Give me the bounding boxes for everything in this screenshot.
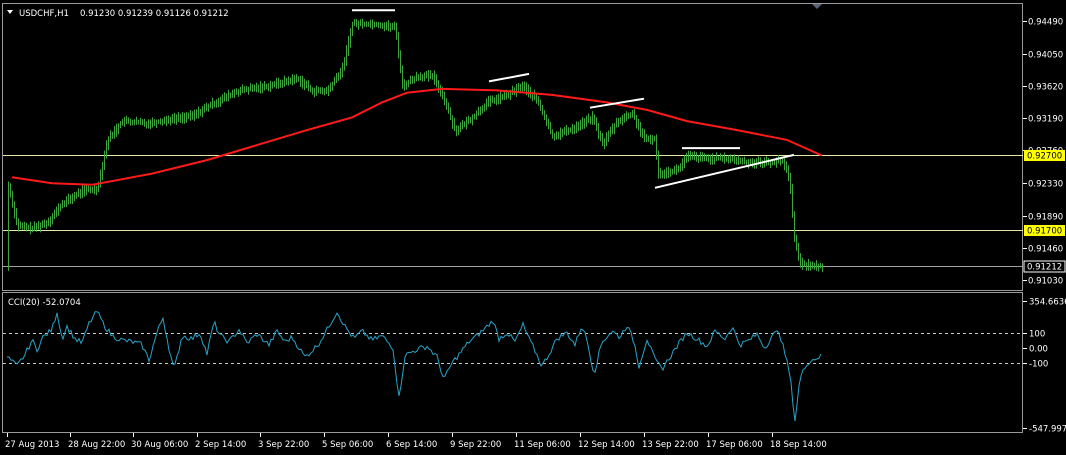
chart-menu-triangle-icon[interactable] — [7, 10, 13, 14]
time-axis-label: 2 Sep 14:00 — [195, 440, 246, 450]
price-axis-label: 0.92330 — [1028, 180, 1063, 190]
time-axis-label: 11 Sep 06:00 — [514, 440, 571, 450]
time-axis-label: 30 Aug 06:00 — [131, 440, 188, 450]
time-axis-label: 28 Aug 22:00 — [68, 440, 125, 450]
price-axis-label: 0.91460 — [1028, 245, 1063, 255]
time-axis-label: 6 Sep 14:00 — [386, 440, 437, 450]
price-axis-label: 0.93620 — [1028, 83, 1063, 93]
time-axis-label: 5 Sep 06:00 — [322, 440, 373, 450]
cci-axis-label: -100 — [1029, 360, 1048, 370]
cci-indicator-label: CCI(20) -52.0704 — [8, 298, 81, 308]
time-axis-label: 17 Sep 06:00 — [706, 440, 763, 450]
cci-axis-label: 100 — [1029, 330, 1045, 340]
symbol-label: USDCHF,H1 — [19, 9, 69, 19]
cci-axis-label: 354.6636 — [1029, 298, 1066, 308]
time-axis-label: 12 Sep 14:00 — [578, 440, 635, 450]
moving-average-line — [11, 87, 823, 186]
time-axis-label: 13 Sep 22:00 — [642, 440, 699, 450]
cci-axis-label: -547.9974 — [1029, 425, 1066, 435]
mt4-chart-window: USDCHF,H1 0.91230 0.91239 0.91126 0.9121… — [2, 3, 1066, 450]
level-price-label: 0.92700 — [1027, 152, 1062, 162]
price-axis-label: 0.94490 — [1028, 18, 1063, 28]
price-axis-label: 0.93190 — [1028, 115, 1063, 125]
trendline[interactable] — [589, 97, 645, 109]
ohlc-values: 0.91230 0.91239 0.91126 0.91212 — [80, 9, 229, 19]
level-price-label: 0.91212 — [1027, 263, 1062, 273]
indicator-pane-frame — [2, 292, 1023, 433]
shift-marker-icon[interactable] — [812, 4, 822, 9]
price-axis-label: 0.91030 — [1028, 277, 1063, 287]
trendline[interactable] — [488, 72, 530, 83]
cci-line — [6, 311, 822, 422]
main-pane-frame — [2, 3, 1023, 291]
time-axis-label: 27 Aug 2013 — [5, 440, 59, 450]
time-axis-label: 3 Sep 22:00 — [258, 440, 309, 450]
level-price-label: 0.91700 — [1027, 227, 1062, 237]
price-axis-label: 0.91890 — [1028, 213, 1063, 223]
time-axis-label: 18 Sep 14:00 — [770, 440, 827, 450]
cci-axis-label: 0.00 — [1029, 345, 1048, 355]
price-axis-label: 0.94050 — [1028, 51, 1063, 61]
time-axis-label: 9 Sep 22:00 — [450, 440, 501, 450]
